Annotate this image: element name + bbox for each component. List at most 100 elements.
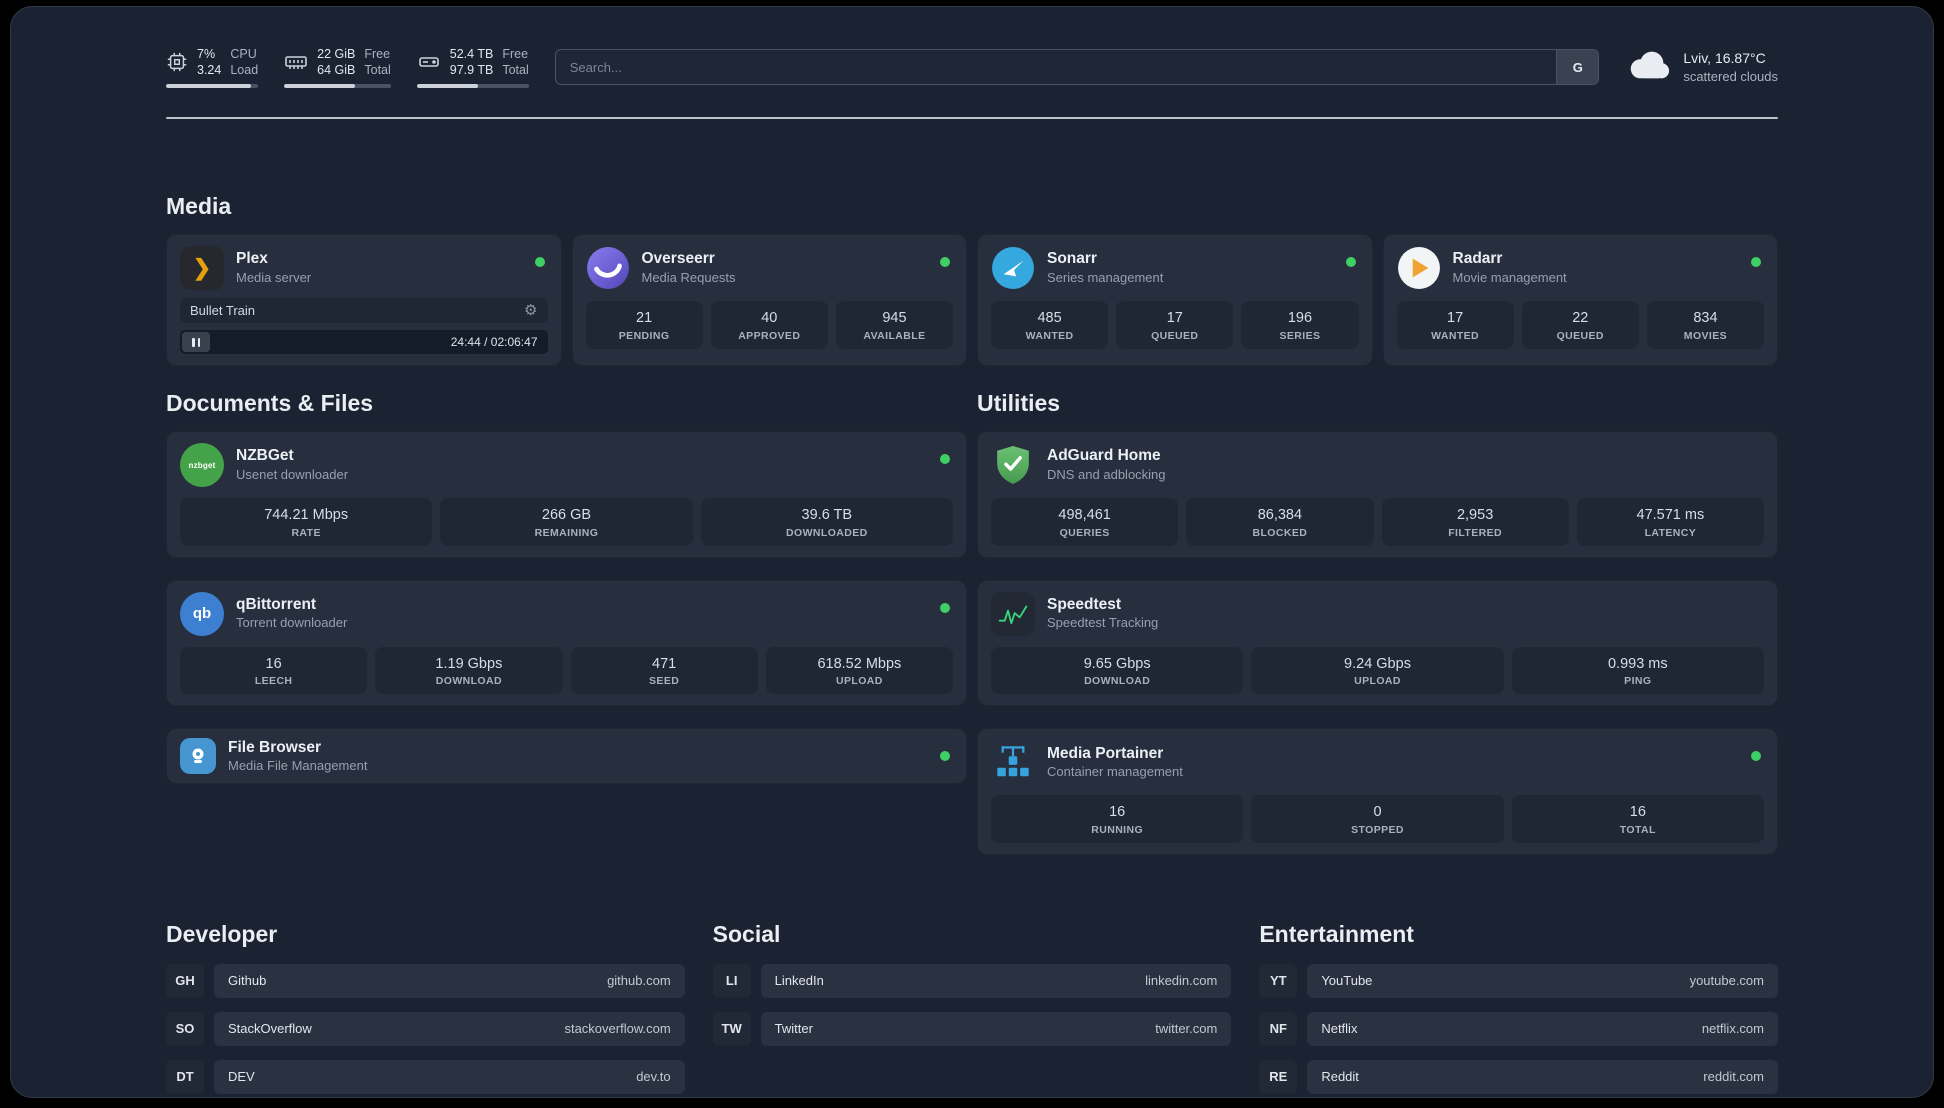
stat-tile: 266 GB REMAINING [440, 498, 693, 546]
disk-value-bottom: 97.9 TB [449, 63, 494, 77]
bookmark-column-entertainment: Entertainment YT YouTube youtube.com NF … [1259, 921, 1778, 1108]
media-grid: ❯ Plex Media server Bullet Train ⚙ 24:44… [166, 234, 1778, 366]
settings-gear-icon[interactable]: ⚙ [524, 303, 537, 318]
ram-label-bottom: Total [364, 63, 391, 77]
bookmark-name: StackOverflow [228, 1021, 312, 1037]
stat-value: 86,384 [1257, 507, 1303, 523]
speedtest-graph-icon [991, 591, 1035, 636]
radarr-card[interactable]: Radarr Movie management 17 WANTED 22 QUE… [1382, 234, 1778, 366]
stat-value: 16 [1109, 804, 1126, 821]
bookmark-stackoverflow[interactable]: SO StackOverflow stackoverflow.com [166, 1011, 685, 1046]
disk-value-top: 52.4 TB [449, 46, 494, 61]
stat-label: MOVIES [1683, 329, 1728, 342]
stat-label: UPLOAD [836, 675, 883, 688]
stat-value: 498,461 [1058, 507, 1111, 523]
ram-value-bottom: 64 GiB [317, 63, 356, 77]
search-bar: G [554, 49, 1600, 85]
app-name: Speedtest [1047, 596, 1122, 614]
app-subtitle: Speedtest Tracking [1047, 615, 1159, 631]
stat-value: 39.6 TB [801, 507, 853, 523]
stat-value: 744.21 Mbps [264, 507, 349, 523]
pause-button[interactable] [182, 332, 210, 352]
bookmark-column-developer: Developer GH Github github.com SO StackO… [166, 921, 685, 1108]
adguard-card[interactable]: AdGuard Home DNS and adblocking 498,461 … [977, 431, 1778, 558]
speedtest-card[interactable]: Speedtest Speedtest Tracking 9.65 Gbps D… [977, 579, 1778, 707]
stat-tile: 0 STOPPED [1251, 795, 1504, 843]
nzbget-card[interactable]: nzbget NZBGet Usenet downloader 744.21 M… [166, 431, 967, 558]
weather-widget[interactable]: Lviv, 16.87°C scattered clouds [1625, 49, 1778, 86]
bookmark-abbr: DT [166, 1059, 204, 1094]
stat-value: 485 [1037, 310, 1062, 326]
stat-label: DOWNLOAD [1084, 675, 1151, 688]
radarr-icon [1397, 246, 1441, 290]
bookmark-url: dev.to [636, 1069, 671, 1085]
stat-value: 618.52 Mbps [817, 655, 902, 672]
stat-tile: 17 QUEUED [1116, 301, 1234, 349]
dashboard-panel: 7% 3.24 CPU Load 22 GiB 64 GiB Free Tota… [10, 6, 1934, 1098]
qbittorrent-card[interactable]: qb qBittorrent Torrent downloader 16 LEE… [166, 579, 967, 707]
disk-label-top: Free [502, 46, 529, 61]
stat-tile: 2,953 FILTERED [1381, 498, 1569, 546]
stat-value: 2,953 [1456, 507, 1494, 523]
search-engine-button[interactable]: G [1556, 50, 1599, 84]
filebrowser-card[interactable]: File Browser Media File Management [166, 728, 967, 785]
app-subtitle: Media File Management [228, 757, 368, 773]
app-subtitle: Series management [1047, 269, 1164, 285]
bookmarks-grid: Developer GH Github github.com SO StackO… [166, 921, 1778, 1108]
bookmark-url: twitter.com [1155, 1021, 1218, 1037]
status-dot [1751, 751, 1761, 762]
bookmark-reddit[interactable]: RE Reddit reddit.com [1259, 1059, 1778, 1094]
stat-value: 21 [636, 310, 653, 326]
stat-label: RUNNING [1091, 823, 1144, 836]
bookmark-linkedin[interactable]: LI LinkedIn linkedin.com [712, 963, 1232, 998]
stat-value: 0 [1373, 804, 1382, 821]
bookmark-github[interactable]: GH Github github.com [166, 963, 685, 998]
bookmark-abbr: GH [166, 963, 204, 998]
sonarr-icon [991, 246, 1035, 290]
stat-tile: 834 MOVIES [1646, 301, 1765, 349]
bookmark-name: LinkedIn [774, 973, 824, 989]
plex-card[interactable]: ❯ Plex Media server Bullet Train ⚙ 24:44… [166, 234, 562, 366]
bookmark-dev[interactable]: DT DEV dev.to [166, 1059, 685, 1094]
app-subtitle: Usenet downloader [236, 466, 349, 482]
stat-value: 40 [761, 310, 778, 326]
bookmark-youtube[interactable]: YT YouTube youtube.com [1259, 963, 1778, 998]
bookmark-url: github.com [607, 973, 671, 989]
bookmark-netflix[interactable]: NF Netflix netflix.com [1259, 1011, 1778, 1046]
stat-label: UPLOAD [1354, 675, 1401, 688]
cpu-label-top: CPU [230, 46, 257, 61]
stat-label: QUERIES [1059, 526, 1110, 539]
stat-value: 9.65 Gbps [1083, 655, 1151, 672]
bookmark-twitter[interactable]: TW Twitter twitter.com [712, 1011, 1232, 1046]
app-name: Sonarr [1047, 250, 1097, 268]
bookmark-column-social: Social LI LinkedIn linkedin.com TW Twitt… [712, 921, 1232, 1108]
status-dot [940, 257, 950, 267]
sonarr-card[interactable]: Sonarr Series management 485 WANTED 17 Q… [977, 234, 1373, 366]
stat-label: SEED [649, 675, 680, 688]
app-name: Plex [236, 250, 268, 268]
portainer-card[interactable]: Media Portainer Container management 16 … [977, 728, 1778, 855]
documents-section-title: Documents & Files [166, 390, 374, 416]
cpu-progress-bar [166, 84, 259, 89]
stat-value: 945 [882, 310, 907, 326]
ram-stat-widget: 22 GiB 64 GiB Free Total [284, 46, 391, 89]
app-subtitle: Container management [1047, 763, 1183, 779]
stat-label: DOWNLOADED [786, 526, 868, 539]
now-playing-row: Bullet Train ⚙ [180, 298, 548, 323]
ram-progress-bar [284, 84, 391, 89]
cpu-label-bottom: Load [230, 63, 259, 77]
bookmark-abbr: RE [1259, 1059, 1298, 1094]
playback-progress-bar[interactable]: 24:44 / 02:06:47 [180, 330, 548, 354]
stat-tile: 16 TOTAL [1511, 795, 1764, 843]
utilities-section-title: Utilities [977, 390, 1061, 416]
search-input[interactable] [555, 50, 1557, 84]
stat-tile: 485 WANTED [991, 301, 1109, 349]
bookmark-name: Reddit [1321, 1069, 1359, 1085]
stat-tile: 17 WANTED [1396, 301, 1514, 349]
bookmark-abbr: LI [712, 963, 751, 998]
overseerr-card[interactable]: Overseerr Media Requests 21 PENDING 40 A… [571, 234, 967, 366]
portainer-crane-icon [991, 740, 1035, 784]
stat-value: 22 [1572, 310, 1589, 326]
stat-value: 47.571 ms [1636, 507, 1705, 523]
app-name: NZBGet [236, 447, 294, 465]
